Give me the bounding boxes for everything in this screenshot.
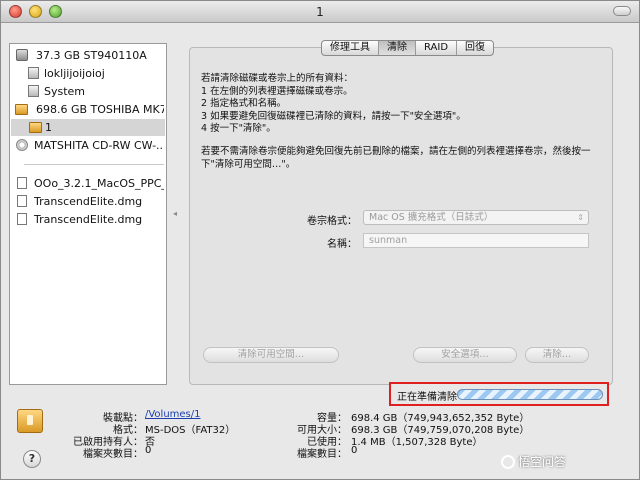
help-button[interactable]: ? bbox=[23, 450, 41, 468]
file-count-value: 0 bbox=[351, 445, 358, 456]
sidebar-separator bbox=[24, 164, 164, 165]
format-label: 卷宗格式： bbox=[307, 216, 357, 227]
mount-point-link[interactable]: /Volumes/1 bbox=[145, 409, 201, 420]
sidebar-item-label: TranscendElite.dmg bbox=[34, 213, 143, 226]
disk-image-icon bbox=[17, 177, 27, 189]
disk-list[interactable]: 37.3 GB ST940110A lokljijoijoioj System … bbox=[9, 43, 167, 385]
sidebar-item-label: OOo_3.2.1_MacOS_PPC_... bbox=[34, 177, 164, 190]
instruction-line: 2 指定格式和名稱。 bbox=[201, 98, 287, 109]
erase-button[interactable]: 清除… bbox=[525, 347, 589, 363]
disk-image-icon bbox=[17, 213, 27, 225]
disk-utility-window: 1 37.3 GB ST940110A lokljijoijoioj Syste… bbox=[0, 0, 640, 480]
free-space-note: 若要不需清除卷宗便能夠避免回復先前已刪除的檔案，請在左側的列表裡選擇卷宗，然後按… bbox=[201, 146, 591, 171]
up-down-arrows-icon: ⇕ bbox=[577, 213, 584, 222]
folder-count-value: 0 bbox=[145, 445, 152, 456]
sidebar-item-image[interactable]: OOo_3.2.1_MacOS_PPC_... bbox=[14, 175, 164, 192]
disk-image-icon bbox=[17, 195, 27, 207]
instruction-line: 3 如果要避免回復磁碟裡已清除的資料，請按一下"安全選項"。 bbox=[201, 110, 466, 122]
erase-instructions: 若請清除磁碟或卷宗上的所有資料： 1 在左側的列表裡選擇磁碟或卷宗。 2 指定格… bbox=[201, 73, 466, 136]
format-info-value: MS-DOS（FAT32） bbox=[145, 425, 236, 436]
watermark-text: 悟空问答 bbox=[518, 455, 567, 469]
instruction-line: 1 在左側的列表裡選擇磁碟或卷宗。 bbox=[201, 85, 353, 97]
file-count-label: 檔案數目： bbox=[297, 449, 347, 460]
watermark-logo-icon bbox=[501, 455, 515, 469]
sidebar-item-label: 37.3 GB ST940110A bbox=[36, 49, 147, 62]
sidebar-item-label: System bbox=[44, 85, 86, 98]
note-line: 下"清除可用空間…"。 bbox=[201, 158, 296, 170]
erase-progress-highlight: 正在準備清除 bbox=[389, 382, 609, 406]
optical-drive-icon bbox=[16, 139, 28, 151]
sidebar-item-label: lokljijoijoioj bbox=[44, 67, 105, 80]
sidebar-item-image[interactable]: TranscendElite.dmg bbox=[14, 211, 164, 228]
sidebar-item-label: MATSHITA CD-RW CW-... bbox=[34, 139, 164, 152]
sidebar-item-disk[interactable]: 698.6 GB TOSHIBA MK7... bbox=[14, 101, 164, 118]
tab-erase[interactable]: 清除 bbox=[379, 41, 416, 55]
external-drive-icon bbox=[17, 409, 43, 433]
security-options-button[interactable]: 安全選項… bbox=[413, 347, 517, 363]
sidebar-item-image[interactable]: TranscendElite.dmg bbox=[14, 193, 164, 210]
sidebar-item-volume[interactable]: System bbox=[26, 83, 164, 100]
format-select[interactable]: Mac OS 擴充格式（日誌式） ⇕ bbox=[363, 210, 589, 225]
folder-count-label: 檔案夾數目： bbox=[83, 449, 143, 460]
used-value: 1.4 MB（1,507,328 Byte） bbox=[351, 437, 483, 448]
tab-restore[interactable]: 回復 bbox=[457, 41, 493, 55]
sidebar-item-disk[interactable]: 37.3 GB ST940110A bbox=[14, 47, 164, 64]
hard-disk-icon bbox=[16, 49, 28, 61]
erase-free-space-button[interactable]: 清除可用空間… bbox=[203, 347, 339, 363]
watermark: 悟空问答 bbox=[501, 453, 566, 470]
progress-label: 正在準備清除 bbox=[397, 392, 457, 403]
title-bar[interactable]: 1 bbox=[1, 1, 639, 23]
sidebar-item-volume[interactable]: lokljijoijoioj bbox=[26, 65, 164, 82]
tab-first-aid[interactable]: 修理工具 bbox=[322, 41, 379, 55]
sidebar-item-optical[interactable]: MATSHITA CD-RW CW-... bbox=[14, 137, 164, 154]
toolbar-toggle-button[interactable] bbox=[613, 6, 631, 16]
sidebar-item-label: 698.6 GB TOSHIBA MK7... bbox=[36, 103, 164, 116]
progress-fill bbox=[458, 390, 602, 399]
sidebar-item-volume-selected[interactable]: 1 bbox=[11, 119, 165, 136]
progress-bar-indeterminate bbox=[457, 389, 603, 400]
split-view-handle[interactable]: ◂ bbox=[173, 209, 179, 218]
volume-icon bbox=[28, 67, 39, 79]
volume-icon bbox=[28, 85, 39, 97]
instruction-line: 4 按一下"清除"。 bbox=[201, 123, 276, 134]
tab-raid[interactable]: RAID bbox=[416, 41, 458, 55]
format-select-value: Mac OS 擴充格式（日誌式） bbox=[369, 212, 494, 223]
window-title: 1 bbox=[316, 5, 324, 19]
note-line: 若要不需清除卷宗便能夠避免回復先前已刪除的檔案，請在左側的列表裡選擇卷宗，然後按… bbox=[201, 146, 591, 157]
volume-name-field[interactable]: sunman bbox=[363, 233, 589, 248]
instruction-line: 若請清除磁碟或卷宗上的所有資料： bbox=[201, 73, 354, 84]
sidebar-item-label: 1 bbox=[45, 121, 52, 134]
sidebar-item-label: TranscendElite.dmg bbox=[34, 195, 143, 208]
tab-bar: 修理工具 清除 RAID 回復 bbox=[321, 40, 495, 56]
name-label: 名稱： bbox=[327, 239, 357, 250]
external-disk-icon bbox=[15, 104, 28, 115]
external-volume-icon bbox=[29, 122, 42, 133]
